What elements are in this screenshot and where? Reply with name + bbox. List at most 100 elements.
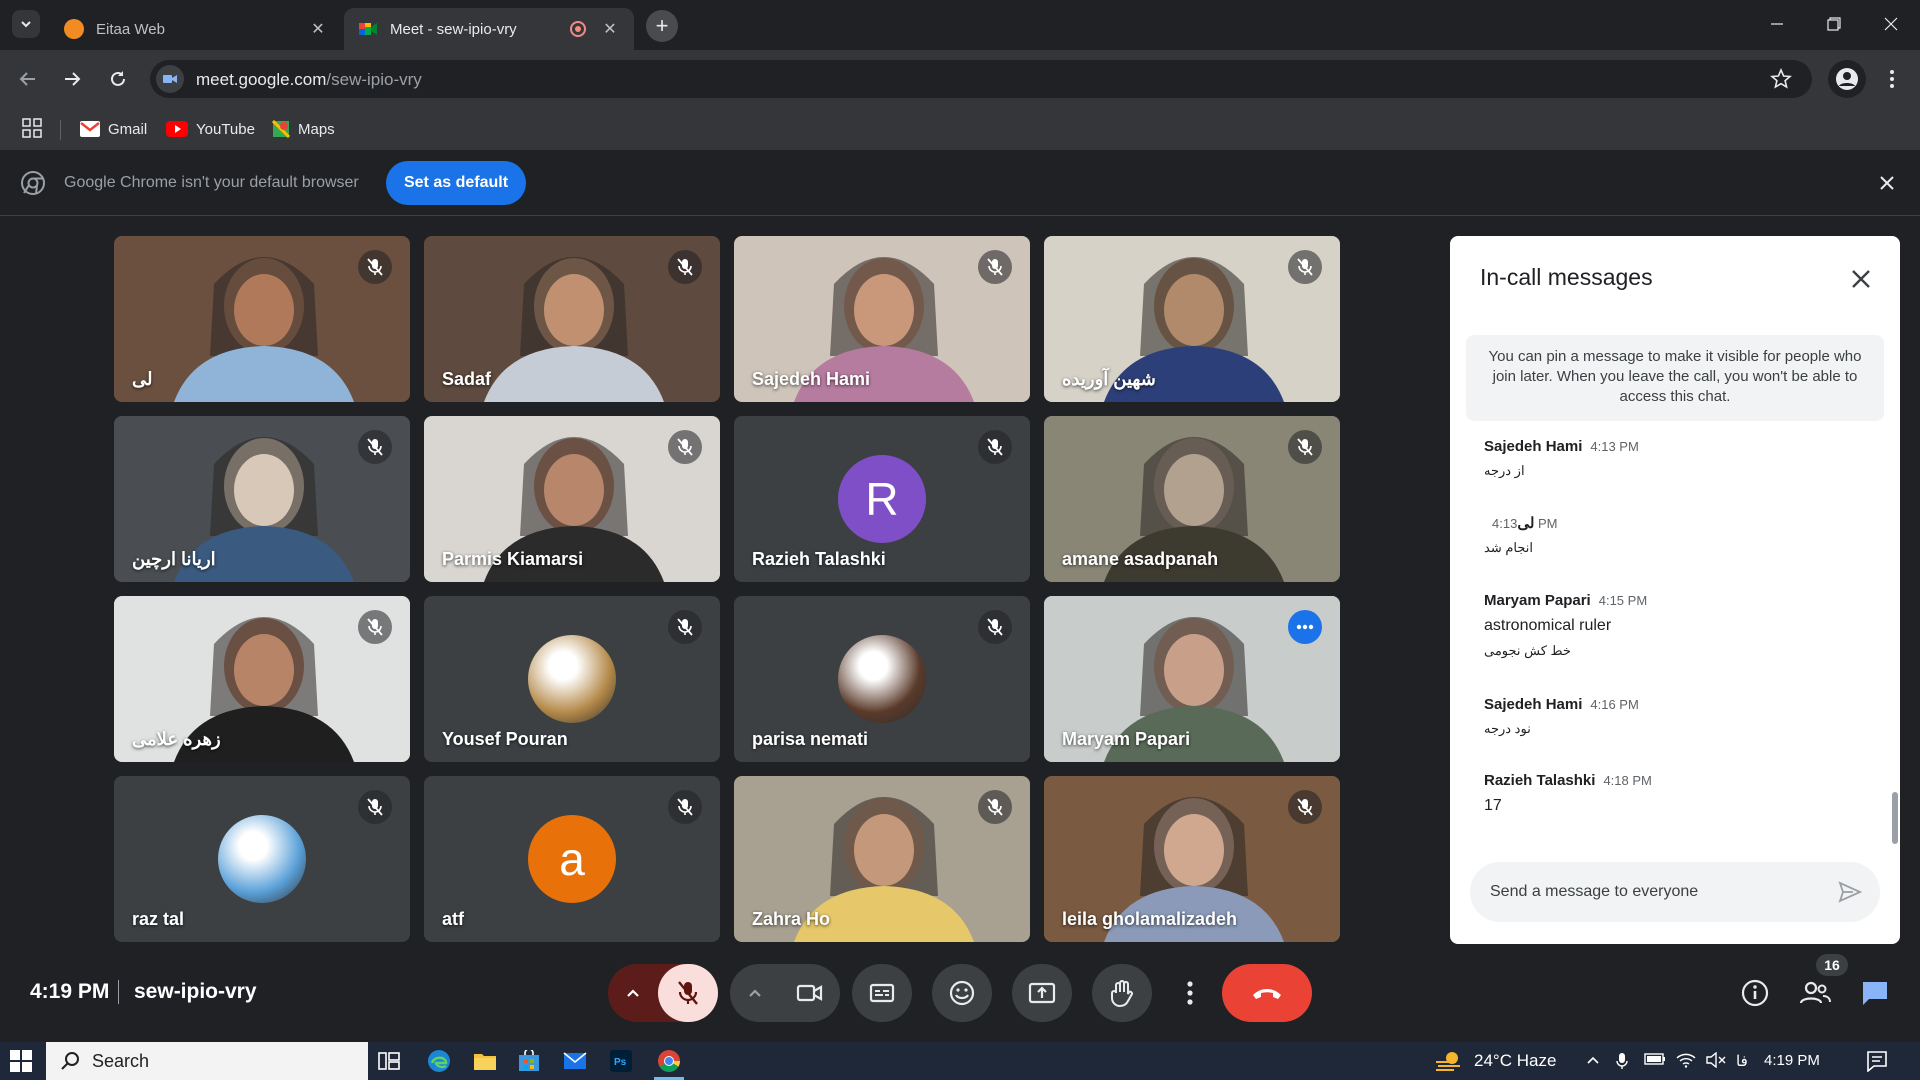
close-icon[interactable] — [1846, 264, 1876, 294]
participant-name: زهره علامی — [132, 729, 221, 749]
send-icon[interactable] — [1834, 876, 1866, 908]
divider — [60, 120, 61, 140]
bookmark-star-icon[interactable] — [1770, 67, 1792, 90]
taskbar-search[interactable]: Search — [46, 1042, 368, 1080]
chat-message-input[interactable] — [1490, 876, 1820, 908]
close-icon[interactable] — [1876, 172, 1898, 194]
participant-tile[interactable]: شهین آوریده — [1044, 236, 1340, 402]
message-sender: Maryam Papari 4:15 PM — [1484, 592, 1647, 609]
sender-name: Sajedeh Hami — [1484, 438, 1583, 455]
participant-tile[interactable]: leila gholamalizadeh — [1044, 776, 1340, 942]
forward-icon[interactable] — [58, 65, 86, 93]
mic-off-icon — [358, 790, 392, 824]
tab-title: Eitaa Web — [96, 20, 165, 38]
unmute-button[interactable] — [658, 964, 718, 1022]
leave-call-button[interactable] — [1222, 964, 1312, 1022]
wifi-icon[interactable] — [1676, 1052, 1696, 1072]
bookmark-youtube[interactable]: YouTube — [166, 116, 255, 142]
input-language[interactable]: فا — [1736, 1052, 1748, 1070]
apps-grid-icon[interactable] — [22, 118, 42, 138]
chevron-up-icon[interactable] — [1586, 1052, 1600, 1069]
gmail-icon — [80, 121, 100, 137]
file-explorer-icon[interactable] — [472, 1048, 498, 1074]
tab-meet[interactable]: Meet - sew-ipio-vry ✕ — [344, 8, 634, 50]
back-icon[interactable] — [14, 65, 42, 93]
chat-message: Maryam Papari 4:15 PM astronomical ruler خط… — [1484, 592, 1647, 659]
participant-tile[interactable]: اریانا ارچین — [114, 416, 410, 582]
participant-tile[interactable]: raz tal — [114, 776, 410, 942]
profile-avatar-icon[interactable] — [1828, 60, 1866, 98]
audio-options-button[interactable] — [608, 964, 658, 1022]
chrome-icon[interactable] — [656, 1048, 682, 1074]
minimize-icon[interactable] — [1765, 12, 1789, 36]
address-bar[interactable]: meet.google.com/sew-ipio-vry — [150, 60, 1812, 98]
participant-tile[interactable]: R Razieh Talashki — [734, 416, 1030, 582]
scrollbar[interactable] — [1892, 792, 1898, 844]
chat-message: Sajedeh Hami 4:16 PM نود درجه — [1484, 696, 1639, 737]
new-tab-button[interactable]: + — [646, 10, 678, 42]
restore-icon[interactable] — [1822, 12, 1846, 36]
reload-icon[interactable] — [104, 65, 132, 93]
microsoft-store-icon[interactable] — [516, 1048, 542, 1074]
participant-tile[interactable]: Sajedeh Hami — [734, 236, 1030, 402]
microphone-icon[interactable] — [1616, 1052, 1628, 1074]
close-window-icon[interactable] — [1879, 12, 1903, 36]
battery-icon[interactable] — [1644, 1052, 1666, 1070]
video-options-button[interactable] — [730, 964, 780, 1022]
search-icon — [61, 1052, 79, 1070]
meeting-clock: 4:19 PM — [30, 980, 110, 1003]
people-button[interactable] — [1792, 970, 1838, 1016]
participant-tile[interactable]: لی — [114, 236, 410, 402]
participant-name: Sajedeh Hami — [752, 369, 871, 389]
mic-off-icon — [978, 790, 1012, 824]
captions-button[interactable] — [852, 964, 912, 1022]
mail-icon[interactable] — [562, 1048, 588, 1074]
chat-input-box[interactable] — [1470, 862, 1880, 922]
participant-tile[interactable]: parisa nemati — [734, 596, 1030, 762]
edge-icon[interactable] — [426, 1048, 452, 1074]
task-view-icon[interactable] — [376, 1048, 402, 1074]
bookmark-maps[interactable]: Maps — [272, 116, 335, 142]
message-sender: Razieh Talashki 4:18 PM — [1484, 772, 1652, 789]
participant-tile[interactable]: Maryam Papari — [1044, 596, 1340, 762]
more-options-button[interactable] — [1170, 964, 1210, 1022]
system-clock[interactable]: 4:19 PM — [1764, 1052, 1820, 1069]
tab-search-button[interactable] — [12, 10, 40, 38]
meeting-details-button[interactable] — [1732, 970, 1778, 1016]
present-screen-button[interactable] — [1012, 964, 1072, 1022]
weather-widget[interactable]: 24°C Haze — [1434, 1050, 1556, 1072]
camera-button[interactable] — [780, 964, 840, 1022]
set-default-button[interactable]: Set as default — [386, 161, 526, 205]
video-site-icon[interactable] — [156, 65, 184, 93]
close-icon[interactable]: ✕ — [600, 19, 620, 39]
participant-tile[interactable]: Parmis Kiamarsi — [424, 416, 720, 582]
sender-name: لی — [1517, 515, 1535, 532]
participant-tile[interactable]: زهره علامی — [114, 596, 410, 762]
sender-name: Sajedeh Hami — [1484, 696, 1583, 713]
emoji-reaction-button[interactable] — [932, 964, 992, 1022]
participant-tile[interactable]: Zahra Ho — [734, 776, 1030, 942]
participant-tile[interactable]: amane asadpanah — [1044, 416, 1340, 582]
close-icon[interactable]: ✕ — [308, 19, 328, 39]
url-text[interactable]: meet.google.com/sew-ipio-vry — [196, 70, 422, 90]
volume-muted-icon[interactable] — [1706, 1051, 1726, 1072]
weather-text: 24°C Haze — [1474, 1051, 1557, 1070]
divider — [118, 980, 119, 1004]
bookmark-gmail[interactable]: Gmail — [80, 116, 147, 142]
participant-tile[interactable]: a atf — [424, 776, 720, 942]
emoji-icon — [949, 980, 975, 1006]
more-options-icon[interactable] — [1288, 610, 1322, 644]
maps-icon — [272, 120, 290, 138]
chat-button[interactable] — [1852, 970, 1898, 1016]
windows-taskbar: Search Ps 24°C Haze فا 4:19 PM — [0, 1042, 1920, 1080]
raise-hand-button[interactable] — [1092, 964, 1152, 1022]
participant-tile[interactable]: Sadaf — [424, 236, 720, 402]
url-path: /sew-ipio-vry — [326, 70, 422, 89]
tab-eitaa[interactable]: Eitaa Web ✕ — [50, 8, 342, 50]
notification-icon[interactable] — [1866, 1050, 1888, 1072]
participant-tile[interactable]: Yousef Pouran — [424, 596, 720, 762]
kebab-menu-icon[interactable] — [1880, 66, 1904, 92]
participant-name: leila gholamalizadeh — [1062, 909, 1238, 929]
photoshop-icon[interactable]: Ps — [608, 1048, 634, 1074]
windows-start-icon[interactable] — [10, 1050, 32, 1072]
